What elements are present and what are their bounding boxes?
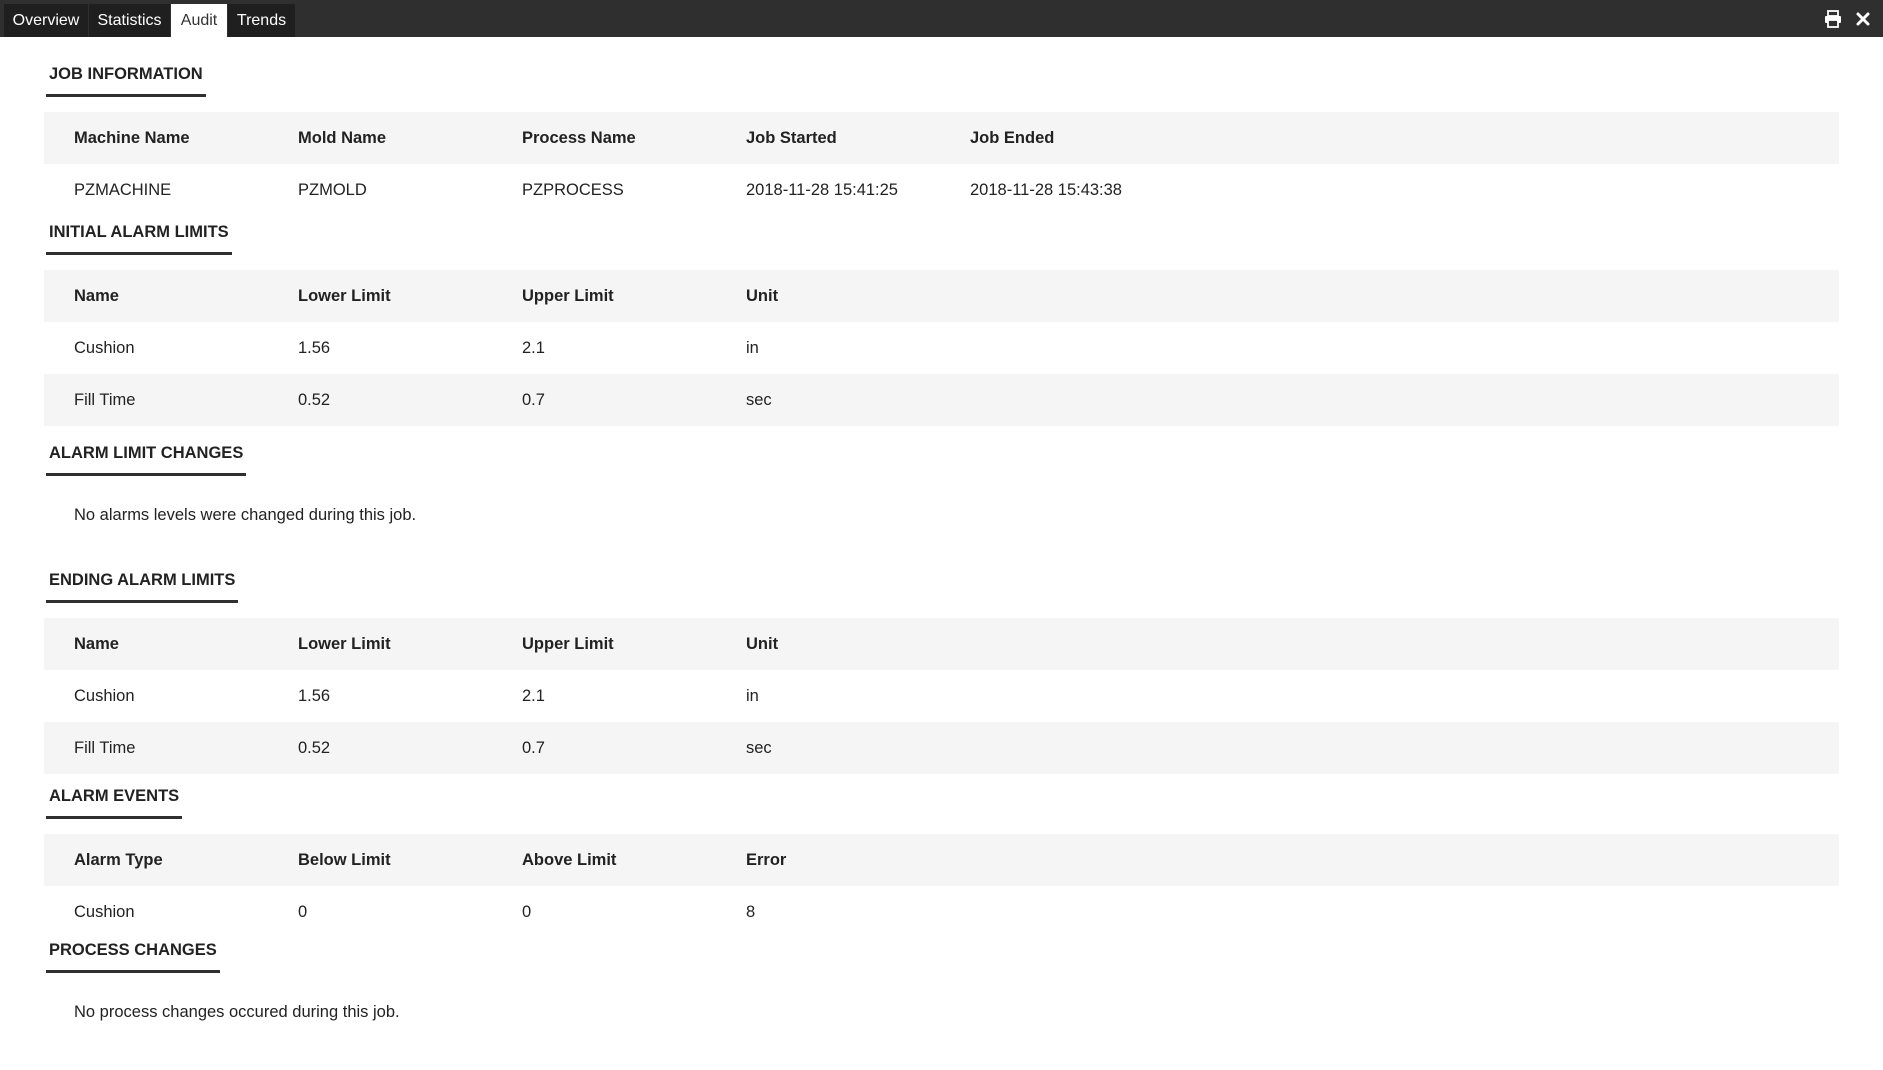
column-header: Machine Name: [74, 129, 190, 147]
tab-trends[interactable]: Trends: [228, 4, 295, 37]
alarm-name: Cushion: [74, 687, 135, 705]
alarm-limit-changes-message: No alarms levels were changed during thi…: [74, 506, 417, 524]
column-header: Process Name: [522, 129, 636, 147]
column-header: Upper Limit: [522, 287, 614, 305]
tab-audit[interactable]: Audit: [171, 4, 227, 37]
process-changes-message: No process changes occured during this j…: [74, 1003, 400, 1021]
job-ended-value: 2018-11-28 15:43:38: [970, 181, 1122, 199]
job-started-value: 2018-11-28 15:41:25: [746, 181, 898, 199]
table-row: PZMACHINE PZMOLD PZPROCESS 2018-11-28 15…: [44, 164, 1839, 216]
process-changes-title: PROCESS CHANGES: [46, 938, 220, 973]
process-name-value: PZPROCESS: [522, 181, 624, 199]
column-header: Above Limit: [522, 851, 617, 869]
upper-limit: 0.7: [522, 391, 545, 409]
column-header: Unit: [746, 287, 779, 305]
column-header: Unit: [746, 635, 779, 653]
column-header: Lower Limit: [298, 635, 391, 653]
unit: in: [746, 687, 759, 705]
lower-limit: 0.52: [298, 739, 331, 757]
tab-overview[interactable]: Overview: [4, 4, 88, 37]
column-header: Job Started: [746, 129, 837, 147]
table-row: Fill Time 0.52 0.7 sec: [44, 722, 1839, 774]
alarm-name: Fill Time: [74, 739, 136, 757]
error-count: 8: [746, 903, 756, 921]
alarm-limit-changes-title: ALARM LIMIT CHANGES: [46, 441, 247, 476]
ending-alarm-limits-title: ENDING ALARM LIMITS: [46, 568, 239, 603]
alarm-events-title: ALARM EVENTS: [46, 784, 183, 819]
unit: sec: [746, 391, 772, 409]
alarm-name: Cushion: [74, 339, 135, 357]
print-icon[interactable]: [1823, 9, 1843, 29]
unit: in: [746, 339, 759, 357]
initial-alarm-limits-header-row: Name Lower Limit Upper Limit Unit: [44, 270, 1839, 322]
column-header: Below Limit: [298, 851, 391, 869]
table-row: Fill Time 0.52 0.7 sec: [44, 374, 1839, 426]
mold-name-value: PZMOLD: [298, 181, 367, 199]
job-information-title: JOB INFORMATION: [46, 62, 206, 97]
job-information-header-row: Machine Name Mold Name Process Name Job …: [44, 112, 1839, 164]
column-header: Mold Name: [298, 129, 387, 147]
alarm-name: Fill Time: [74, 391, 136, 409]
lower-limit: 1.56: [298, 339, 331, 357]
below-limit-count: 0: [298, 903, 308, 921]
close-icon[interactable]: [1853, 9, 1873, 29]
tab-statistics[interactable]: Statistics: [89, 4, 170, 37]
table-row: Cushion 1.56 2.1 in: [44, 670, 1839, 722]
column-header: Name: [74, 287, 119, 305]
column-header: Job Ended: [970, 129, 1055, 147]
column-header: Upper Limit: [522, 635, 614, 653]
column-header: Error: [746, 851, 787, 869]
ending-alarm-limits-header-row: Name Lower Limit Upper Limit Unit: [44, 618, 1839, 670]
upper-limit: 2.1: [522, 687, 545, 705]
lower-limit: 0.52: [298, 391, 331, 409]
unit: sec: [746, 739, 772, 757]
column-header: Name: [74, 635, 119, 653]
upper-limit: 2.1: [522, 339, 545, 357]
upper-limit: 0.7: [522, 739, 545, 757]
column-header: Lower Limit: [298, 287, 391, 305]
initial-alarm-limits-title: INITIAL ALARM LIMITS: [46, 220, 232, 255]
table-row: Cushion 0 0 8: [44, 886, 1839, 938]
table-row: Cushion 1.56 2.1 in: [44, 322, 1839, 374]
top-bar: Overview Statistics Audit Trends: [0, 0, 1883, 37]
above-limit-count: 0: [522, 903, 532, 921]
alarm-type: Cushion: [74, 903, 135, 921]
lower-limit: 1.56: [298, 687, 331, 705]
column-header: Alarm Type: [74, 851, 163, 869]
alarm-events-header-row: Alarm Type Below Limit Above Limit Error: [44, 834, 1839, 886]
machine-name-value: PZMACHINE: [74, 181, 172, 199]
